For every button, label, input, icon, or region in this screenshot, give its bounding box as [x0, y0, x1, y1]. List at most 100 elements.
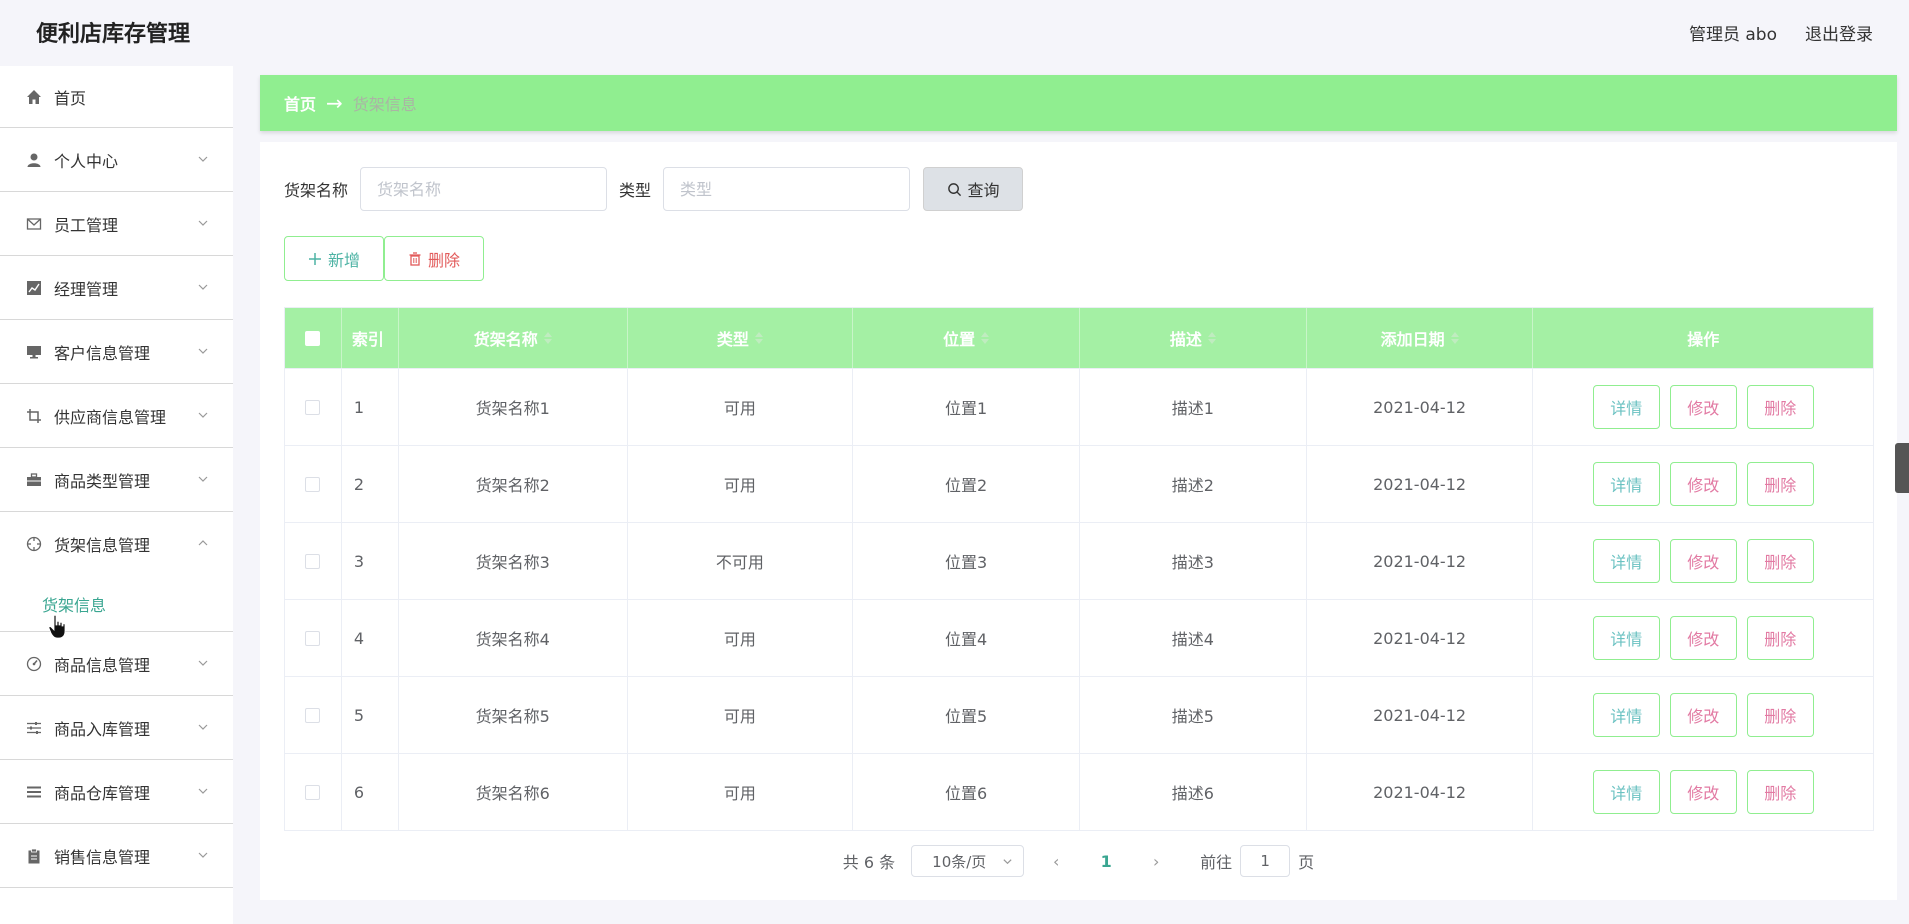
sidebar-item[interactable]: 供应商信息管理 — [0, 384, 233, 448]
row-checkbox[interactable] — [305, 476, 321, 492]
sort-icon[interactable] — [981, 332, 990, 344]
delete-button[interactable]: 删除 — [1746, 616, 1814, 660]
page-size-select[interactable]: 10条/页 — [911, 845, 1025, 877]
clipboard-icon — [26, 848, 42, 864]
delete-button[interactable]: 删除 — [1746, 693, 1814, 737]
query-button[interactable]: 查询 — [923, 167, 1024, 211]
row-checkbox[interactable] — [305, 784, 321, 800]
cell-location: 位置5 — [853, 677, 1080, 753]
column-header-location[interactable]: 位置 — [853, 308, 1080, 368]
cell-desc: 描述4 — [1080, 600, 1307, 676]
delete-button[interactable]: 删除 — [1746, 385, 1814, 429]
detail-button[interactable]: 详情 — [1592, 539, 1660, 583]
edit-button[interactable]: 修改 — [1669, 770, 1737, 814]
cell-actions: 详情 修改 删除 — [1533, 677, 1873, 753]
detail-button[interactable]: 详情 — [1592, 693, 1660, 737]
page-number[interactable]: 1 — [1088, 852, 1124, 871]
sidebar-item[interactable]: 经理管理 — [0, 256, 233, 320]
cell-name: 货架名称6 — [399, 754, 628, 830]
add-button[interactable]: 新增 — [284, 236, 384, 281]
select-all-checkbox[interactable] — [305, 330, 321, 346]
sort-icon[interactable] — [1450, 332, 1459, 344]
sidebar-item[interactable]: 员工管理 — [0, 192, 233, 256]
cell-index: 2 — [342, 446, 399, 522]
sidebar-item-label: 货架信息管理 — [54, 536, 151, 555]
next-page-icon[interactable]: › — [1138, 852, 1174, 871]
sidebar-item-label: 员工管理 — [54, 215, 119, 235]
row-checkbox[interactable] — [305, 553, 321, 569]
delete-button[interactable]: 删除 — [1746, 770, 1814, 814]
cell-location: 位置3 — [853, 523, 1080, 599]
edit-button[interactable]: 修改 — [1669, 693, 1737, 737]
table-body: 1 货架名称1 可用 位置1 描述1 2021-04-12 详情 修改 删除 2 货架名称2 可用 位置… — [285, 368, 1873, 830]
column-header-label: 描述 — [1169, 330, 1202, 349]
sidebar-item-label: 首页 — [54, 88, 87, 108]
sidebar-item-label: 客户信息管理 — [54, 343, 151, 363]
chevron-down-icon — [197, 846, 209, 858]
sidebar-item[interactable]: 货架信息管理 — [0, 512, 233, 576]
sidebar-item[interactable]: 销售信息管理 — [0, 824, 233, 888]
row-checkbox[interactable] — [305, 707, 321, 723]
cell-name: 货架名称5 — [399, 677, 628, 753]
breadcrumb-home[interactable]: 首页 — [284, 91, 316, 115]
edit-button[interactable]: 修改 — [1669, 462, 1737, 506]
sort-icon[interactable] — [543, 332, 552, 344]
column-header-type[interactable]: 类型 — [628, 308, 854, 368]
table-row: 6 货架名称6 可用 位置6 描述6 2021-04-12 详情 修改 删除 — [285, 753, 1873, 830]
column-header-desc[interactable]: 描述 — [1080, 308, 1307, 368]
sidebar-item[interactable]: 商品类型管理 — [0, 448, 233, 512]
sort-icon[interactable] — [754, 332, 763, 344]
row-checkbox[interactable] — [305, 399, 321, 415]
column-header-date[interactable]: 添加日期 — [1307, 308, 1534, 368]
cell-index: 4 — [342, 600, 399, 676]
detail-button[interactable]: 详情 — [1592, 616, 1660, 660]
sidebar-item-label: 个人中心 — [54, 151, 119, 171]
column-header-name[interactable]: 货架名称 — [399, 308, 628, 368]
column-header-label: 位置 — [943, 330, 976, 349]
sidebar-item[interactable]: 首页 — [0, 66, 233, 128]
detail-button[interactable]: 详情 — [1592, 770, 1660, 814]
query-button-label: 查询 — [967, 181, 1000, 200]
goto-page-input[interactable] — [1240, 845, 1291, 877]
sidebar-item[interactable]: 个人中心 — [0, 128, 233, 192]
cell-name: 货架名称2 — [399, 446, 628, 522]
edit-button[interactable]: 修改 — [1669, 539, 1737, 583]
column-header-index: 索引 — [342, 308, 399, 368]
batch-delete-button[interactable]: 删除 — [384, 236, 484, 281]
side-collapse-tab[interactable] — [1895, 443, 1909, 493]
sidebar-subitem-shelf-info[interactable]: 货架信息 — [0, 576, 233, 632]
trash-icon — [408, 251, 422, 266]
cell-desc: 描述3 — [1080, 523, 1307, 599]
sort-icon[interactable] — [1207, 332, 1216, 344]
type-input[interactable] — [663, 167, 911, 211]
sidebar-item[interactable]: 客户信息管理 — [0, 320, 233, 384]
chevron-down-icon — [197, 654, 209, 666]
edit-button[interactable]: 修改 — [1669, 616, 1737, 660]
cell-desc: 描述6 — [1080, 754, 1307, 830]
cell-date: 2021-04-12 — [1307, 523, 1534, 599]
shelf-table: 索引 货架名称 类型 位置 描述 添加日期 操作 1 货架名称1 可用 位置1 描述1 2… — [284, 307, 1874, 831]
goto-label: 前往 — [1200, 853, 1233, 872]
table-row: 3 货架名称3 不可用 位置3 描述3 2021-04-12 详情 修改 删除 — [285, 522, 1873, 599]
sidebar-item[interactable]: 商品信息管理 — [0, 632, 233, 696]
sidebar-item[interactable]: 商品入库管理 — [0, 696, 233, 760]
hand-cursor-icon — [48, 614, 66, 639]
monitor-icon — [26, 344, 42, 360]
detail-button[interactable]: 详情 — [1592, 462, 1660, 506]
row-checkbox[interactable] — [305, 630, 321, 646]
sidebar-item-label: 商品入库管理 — [54, 719, 151, 739]
detail-button[interactable]: 详情 — [1592, 385, 1660, 429]
chevron-down-icon — [197, 718, 209, 730]
mail-icon — [26, 216, 42, 232]
shelf-name-input[interactable] — [360, 167, 608, 211]
target-icon — [26, 536, 42, 552]
delete-button[interactable]: 删除 — [1746, 539, 1814, 583]
prev-page-icon[interactable]: ‹ — [1038, 852, 1074, 871]
content-panel: 货架名称 类型 查询 新增 删除 索引 货架名称 — [260, 142, 1897, 900]
cell-date: 2021-04-12 — [1307, 600, 1534, 676]
edit-button[interactable]: 修改 — [1669, 385, 1737, 429]
sidebar-item[interactable]: 商品仓库管理 — [0, 760, 233, 824]
logout-link[interactable]: 退出登录 — [1805, 20, 1873, 45]
cell-index: 5 — [342, 677, 399, 753]
delete-button[interactable]: 删除 — [1746, 462, 1814, 506]
